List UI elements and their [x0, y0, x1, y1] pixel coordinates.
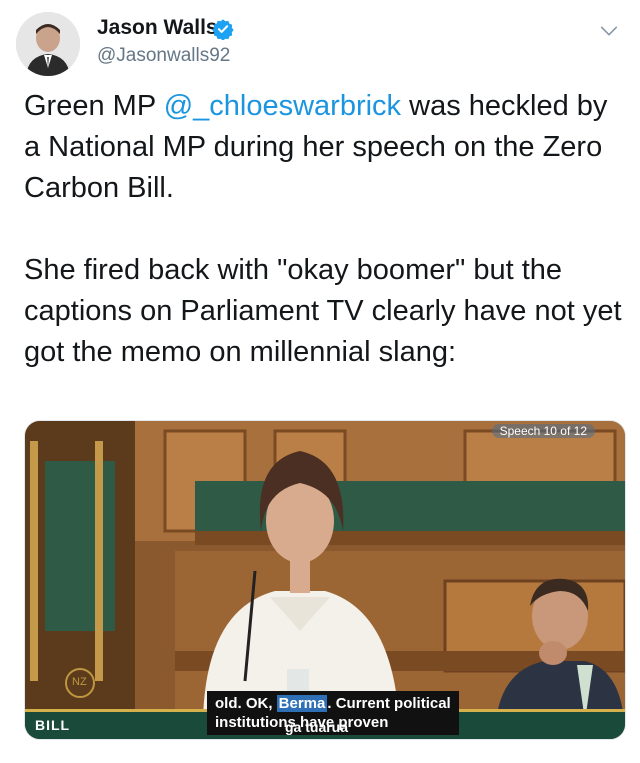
- avatar-image: [16, 12, 80, 76]
- chevron-down-icon[interactable]: [598, 20, 620, 42]
- bill-label: BILL: [35, 717, 71, 733]
- tweet-header: Jason Walls @Jasonwalls92: [16, 12, 624, 76]
- tweet-media[interactable]: Speech 10 of 12 old. OK, Berma. Current …: [24, 420, 626, 740]
- speech-counter-label: Speech 10 of 12: [491, 424, 595, 438]
- mention-link[interactable]: @_chloeswarbrick: [164, 90, 401, 122]
- tweet-text: Green MP @_chloeswarbrick was heckled by…: [24, 86, 624, 373]
- ticker-text: ga tuarua: [285, 719, 349, 735]
- caption-highlight: Berma: [276, 695, 328, 712]
- user-handle[interactable]: @Jasonwalls92: [97, 45, 230, 67]
- avatar[interactable]: [16, 12, 80, 76]
- display-name[interactable]: Jason Walls: [97, 16, 218, 40]
- caption-line-1: old. OK, Berma. Current political: [215, 695, 451, 712]
- verified-badge-icon: [212, 19, 234, 40]
- tweet-paragraph-2: She fired back with "okay boomer" but th…: [24, 254, 622, 368]
- nz-watermark: NZ: [72, 676, 87, 688]
- tweet-paragraph-1: Green MP @_chloeswarbrick was heckled by…: [24, 90, 608, 204]
